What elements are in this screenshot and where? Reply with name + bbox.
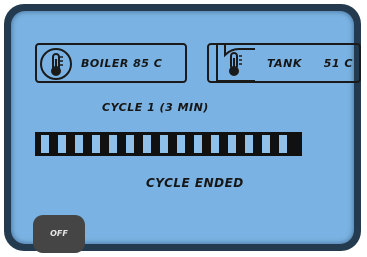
- thermometer-circle-icon: [39, 47, 73, 86]
- lcd-screen: BOILER 85 C TANK 51 C CYCLE 1 (3 MIN) CY…: [11, 11, 361, 253]
- progress-segment: [41, 135, 49, 153]
- progress-segment: [92, 135, 100, 153]
- progress-segment: [75, 135, 83, 153]
- cycle-progress-bar: [35, 132, 302, 156]
- progress-segment: [194, 135, 202, 153]
- progress-segment: [126, 135, 134, 153]
- progress-segment: [279, 135, 287, 153]
- progress-segment: [160, 135, 168, 153]
- progress-segment: [109, 135, 117, 153]
- progress-segment: [228, 135, 236, 153]
- progress-segment: [143, 135, 151, 153]
- tank-label: TANK: [267, 57, 302, 70]
- off-button[interactable]: OFF: [33, 215, 85, 253]
- cycle-label: CYCLE 1 (3 MIN): [102, 101, 209, 114]
- boiler-readout: BOILER 85 C: [35, 43, 187, 83]
- progress-segment: [262, 135, 270, 153]
- progress-segment: [177, 135, 185, 153]
- progress-segment: [58, 135, 66, 153]
- progress-segment: [211, 135, 219, 153]
- device-frame: BOILER 85 C TANK 51 C CYCLE 1 (3 MIN) CY…: [4, 4, 361, 253]
- boiler-label: BOILER 85 C: [81, 57, 163, 70]
- tank-readout: TANK 51 C: [207, 43, 361, 83]
- progress-segment: [245, 135, 253, 153]
- cycle-status-text: CYCLE ENDED: [146, 176, 244, 190]
- thermometer-tank-icon: [211, 43, 261, 88]
- tank-temperature-value: 51 C: [323, 57, 353, 70]
